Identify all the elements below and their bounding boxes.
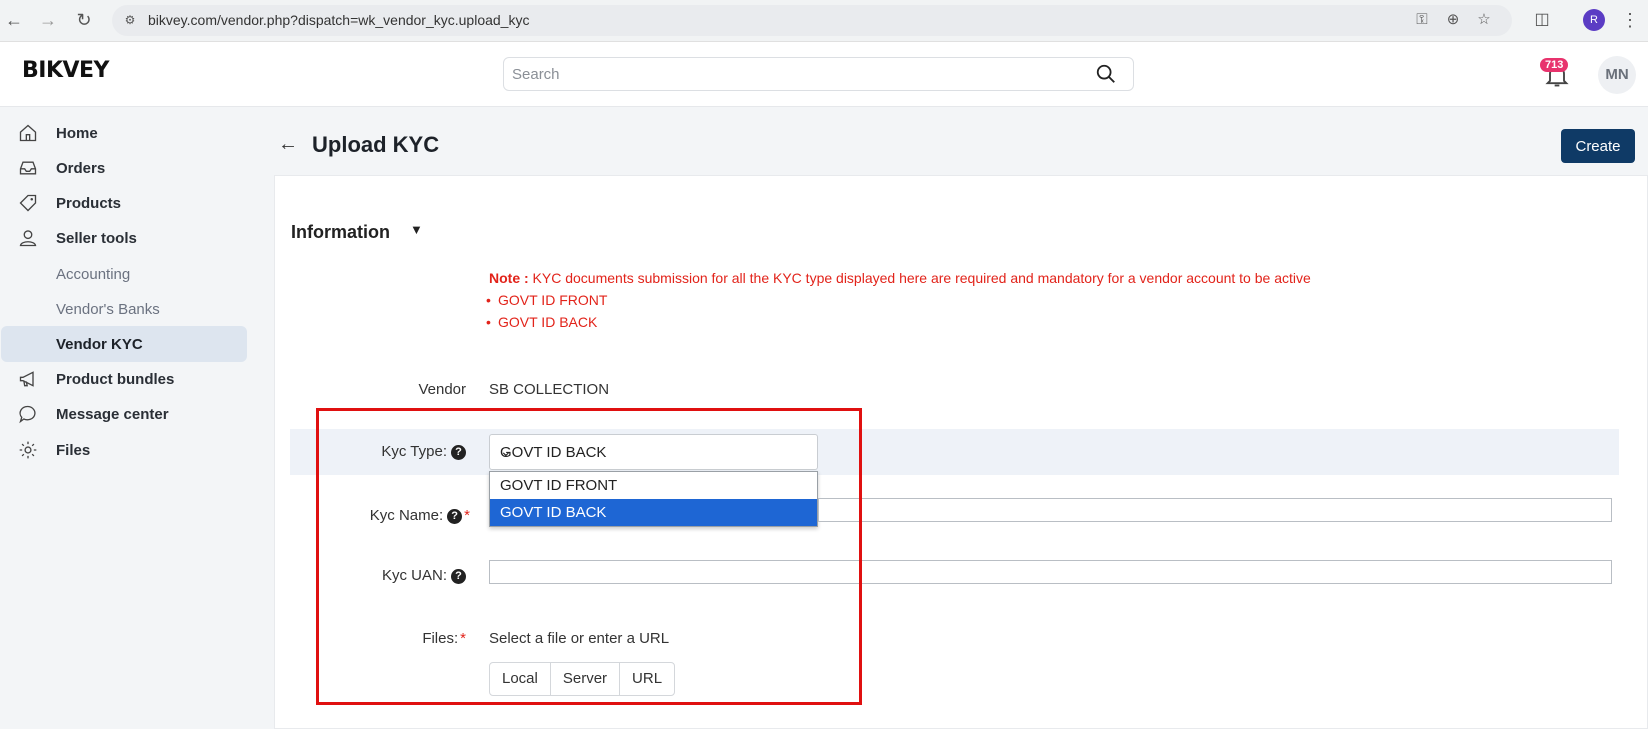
note-text: KYC documents submission for all the KYC… [528, 270, 1311, 286]
create-button[interactable]: Create [1561, 129, 1635, 163]
vendor-label: Vendor [418, 381, 466, 398]
address-url: bikvey.com/vendor.php?dispatch=wk_vendor… [148, 12, 530, 28]
sidebar-item-vendors-banks[interactable]: Vendor's Banks [56, 301, 160, 318]
sidebar-item-files[interactable]: Files [0, 433, 247, 467]
kyc-note: Note : KYC documents submission for all … [489, 270, 1311, 286]
reload-icon[interactable]: ↻ [72, 8, 96, 32]
sidebar-item-products[interactable]: Products [0, 186, 247, 220]
user-icon [0, 228, 56, 248]
note-list-item: GOVT ID FRONT [486, 292, 607, 308]
note-list-item: GOVT ID BACK [486, 314, 597, 330]
sidebar-item-seller-tools[interactable]: Seller tools [0, 221, 247, 255]
tag-icon [0, 193, 56, 213]
home-icon [0, 123, 56, 143]
forward-icon[interactable]: → [36, 8, 60, 32]
address-bar[interactable]: ⚙ bikvey.com/vendor.php?dispatch=wk_vend… [112, 5, 1512, 36]
key-icon[interactable]: ⚿ [1412, 10, 1432, 30]
back-arrow-icon[interactable]: ← [278, 133, 298, 156]
sidebar-item-orders[interactable]: Orders [0, 151, 247, 185]
browser-profile-avatar[interactable]: R [1583, 9, 1605, 31]
sidebar-item-vendor-kyc[interactable]: Vendor KYC [56, 336, 143, 353]
highlight-annotation-box [316, 408, 862, 705]
site-settings-icon[interactable]: ⚙ [120, 10, 140, 30]
inbox-icon [0, 158, 56, 178]
browser-toolbar: ← → ↻ ⚙ bikvey.com/vendor.php?dispatch=w… [0, 0, 1648, 42]
avatar[interactable]: MN [1598, 56, 1636, 94]
sidebar-item-label: Orders [56, 159, 106, 177]
vendor-value: SB COLLECTION [489, 381, 610, 398]
menu-kebab-icon[interactable]: ⋮ [1618, 8, 1642, 32]
sidebar-item-label: Seller tools [56, 229, 137, 247]
note-prefix: Note : [489, 270, 529, 286]
chat-icon [0, 404, 56, 424]
sidebar-item-label: Products [56, 194, 122, 212]
page-title: Upload KYC [312, 132, 440, 157]
app-header: BIKVEY 713 MN [0, 42, 1648, 107]
sidebar-item-label: Product bundles [56, 370, 175, 388]
sidebar-item-home[interactable]: Home [0, 116, 247, 150]
search-icon[interactable] [1095, 63, 1117, 85]
sidebar-item-label: Files [56, 441, 91, 459]
zoom-icon[interactable]: ⊕ [1443, 10, 1463, 30]
notification-badge: 713 [1540, 58, 1569, 72]
sidebar-item-label: Message center [56, 405, 169, 423]
extensions-icon[interactable]: ◫ [1530, 8, 1554, 32]
sidebar-item-accounting[interactable]: Accounting [56, 266, 130, 283]
sidebar-item-message-center[interactable]: Message center [0, 397, 247, 431]
sidebar: Home Orders Products Seller tools Accoun… [0, 107, 255, 729]
sidebar-item-label: Home [56, 124, 98, 142]
search-input[interactable] [504, 58, 1064, 90]
megaphone-icon [0, 369, 56, 389]
star-icon[interactable]: ☆ [1474, 10, 1494, 30]
back-icon[interactable]: ← [2, 8, 26, 32]
kyc-name-field[interactable] [818, 498, 1612, 522]
sidebar-item-product-bundles[interactable]: Product bundles [0, 362, 247, 396]
section-title[interactable]: Information [291, 222, 390, 243]
caret-down-icon[interactable]: ▼ [410, 222, 423, 237]
gear-icon [0, 440, 56, 460]
search-box [503, 57, 1134, 91]
logo[interactable]: BIKVEY [22, 58, 110, 83]
